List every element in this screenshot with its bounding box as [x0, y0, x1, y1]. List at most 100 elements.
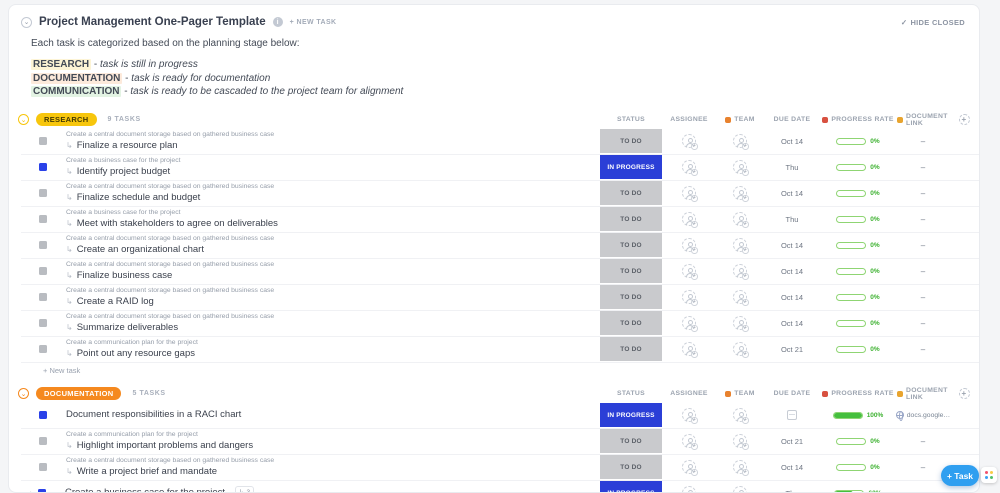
team-avatar-icon[interactable]: +: [733, 134, 749, 150]
document-link-cell[interactable]: –: [897, 207, 949, 232]
task-checkbox[interactable]: [39, 411, 47, 419]
document-link[interactable]: docs.google…: [895, 411, 950, 421]
team-avatar-icon[interactable]: +: [733, 408, 749, 424]
assignee-avatar-icon[interactable]: +: [682, 238, 698, 254]
status-badge[interactable]: IN PROGRESS: [600, 403, 662, 427]
column-header-status[interactable]: STATUS: [599, 390, 663, 397]
document-link-cell[interactable]: –: [897, 429, 949, 454]
due-date-cell[interactable]: Oct 14: [765, 311, 819, 336]
task-name[interactable]: Identify project budget: [77, 166, 170, 178]
progress-rate-cell[interactable]: 63%: [819, 481, 897, 492]
team-avatar-icon[interactable]: +: [733, 186, 749, 202]
column-header-document-link[interactable]: DOCUMENT LINK: [897, 113, 949, 127]
status-badge[interactable]: TO DO: [600, 259, 662, 283]
info-icon[interactable]: i: [272, 17, 283, 27]
status-badge[interactable]: TO DO: [600, 181, 662, 205]
due-date-cell[interactable]: Oct 14: [765, 233, 819, 258]
progress-rate-cell[interactable]: 0%: [819, 337, 897, 362]
task-name[interactable]: Finalize a resource plan: [77, 140, 178, 152]
column-header-progress-rate[interactable]: PROGRESS RATE: [819, 390, 897, 397]
task-checkbox[interactable]: [38, 489, 46, 492]
due-date-cell[interactable]: Oct 14: [765, 455, 819, 480]
assignee-avatar-icon[interactable]: +: [682, 486, 696, 492]
add-column-icon[interactable]: +: [958, 388, 970, 399]
assignee-avatar-icon[interactable]: +: [682, 316, 698, 332]
task-name[interactable]: Finalize schedule and budget: [77, 192, 201, 204]
task-name[interactable]: Meet with stakeholders to agree on deliv…: [77, 218, 278, 230]
status-badge[interactable]: TO DO: [600, 207, 662, 231]
add-task-fab-button[interactable]: + Task: [941, 465, 979, 486]
task-name[interactable]: Point out any resource gaps: [77, 348, 195, 360]
expand-icon[interactable]: ›: [30, 490, 38, 493]
assignee-avatar-icon[interactable]: +: [682, 290, 698, 306]
task-checkbox[interactable]: [39, 267, 47, 275]
task-checkbox[interactable]: [39, 293, 47, 301]
due-date-cell[interactable]: Oct 21: [765, 429, 819, 454]
document-link-cell[interactable]: –: [897, 481, 949, 493]
progress-rate-cell[interactable]: 0%: [819, 181, 897, 206]
column-header-assignee[interactable]: ASSIGNEE: [663, 116, 715, 123]
due-date-cell[interactable]: Thu: [765, 155, 819, 180]
task-name[interactable]: Highlight important problems and dangers: [77, 440, 253, 452]
team-avatar-icon[interactable]: +: [733, 434, 749, 450]
assignee-avatar-icon[interactable]: +: [682, 264, 698, 280]
due-date-cell[interactable]: Oct 14: [765, 285, 819, 310]
status-badge[interactable]: TO DO: [600, 233, 662, 257]
status-badge[interactable]: TO DO: [600, 311, 662, 335]
task-checkbox[interactable]: [39, 137, 47, 145]
assignee-avatar-icon[interactable]: +: [682, 434, 698, 450]
column-header-team[interactable]: TEAM: [715, 390, 765, 397]
add-column-icon[interactable]: +: [958, 114, 970, 125]
due-date-cell[interactable]: Oct 21: [765, 337, 819, 362]
new-task-top-button[interactable]: + NEW TASK: [290, 19, 337, 26]
team-avatar-icon[interactable]: +: [733, 316, 749, 332]
status-badge[interactable]: IN PROGRESS: [600, 155, 662, 179]
task-checkbox[interactable]: [39, 345, 47, 353]
column-header-team[interactable]: TEAM: [715, 116, 765, 123]
task-checkbox[interactable]: [39, 463, 47, 471]
due-date-cell[interactable]: Thu: [765, 481, 819, 493]
progress-rate-cell[interactable]: 100%: [819, 403, 897, 428]
assignee-avatar-icon[interactable]: +: [682, 460, 698, 476]
column-header-progress-rate[interactable]: PROGRESS RATE: [819, 116, 897, 123]
task-checkbox[interactable]: [39, 319, 47, 327]
task-checkbox[interactable]: [39, 241, 47, 249]
task-name[interactable]: Summarize deliverables: [77, 322, 178, 334]
team-avatar-icon[interactable]: +: [733, 160, 749, 176]
task-name[interactable]: Create an organizational chart: [77, 244, 204, 256]
status-badge[interactable]: TO DO: [600, 285, 662, 309]
team-avatar-icon[interactable]: +: [733, 212, 749, 228]
assignee-avatar-icon[interactable]: +: [682, 212, 698, 228]
team-avatar-icon[interactable]: +: [733, 238, 749, 254]
status-badge[interactable]: TO DO: [600, 429, 662, 453]
document-link-cell[interactable]: –: [897, 311, 949, 336]
document-link-cell[interactable]: –: [897, 181, 949, 206]
collapse-list-icon[interactable]: ⌄: [21, 16, 32, 28]
document-link-cell[interactable]: –: [897, 337, 949, 362]
column-header-assignee[interactable]: ASSIGNEE: [663, 390, 715, 397]
assignee-avatar-icon[interactable]: +: [682, 160, 698, 176]
status-badge[interactable]: TO DO: [600, 455, 662, 479]
document-link-cell[interactable]: –: [897, 155, 949, 180]
new-task-button[interactable]: + New task: [21, 363, 979, 379]
document-link-cell[interactable]: –: [897, 259, 949, 284]
team-avatar-icon[interactable]: +: [733, 342, 749, 358]
due-date-cell[interactable]: [765, 403, 819, 428]
status-badge[interactable]: IN PROGRESS: [600, 481, 662, 492]
team-avatar-icon[interactable]: +: [733, 290, 749, 306]
progress-rate-cell[interactable]: 0%: [819, 259, 897, 284]
progress-rate-cell[interactable]: 0%: [819, 455, 897, 480]
subtask-count-badge[interactable]: ↳ 3: [235, 485, 255, 492]
column-header-document-link[interactable]: DOCUMENT LINK: [897, 387, 949, 401]
progress-rate-cell[interactable]: 0%: [819, 155, 897, 180]
due-date-cell[interactable]: Oct 14: [765, 181, 819, 206]
hide-closed-toggle[interactable]: ✓ HIDE CLOSED: [901, 18, 965, 27]
task-checkbox[interactable]: [39, 163, 47, 171]
task-name[interactable]: Create a RAID log: [77, 296, 154, 308]
task-checkbox[interactable]: [39, 215, 47, 223]
task-checkbox[interactable]: [39, 437, 47, 445]
app-grid-icon[interactable]: [981, 467, 997, 483]
document-link-cell[interactable]: –: [897, 233, 949, 258]
progress-rate-cell[interactable]: 0%: [819, 429, 897, 454]
task-name[interactable]: Finalize business case: [77, 270, 173, 282]
